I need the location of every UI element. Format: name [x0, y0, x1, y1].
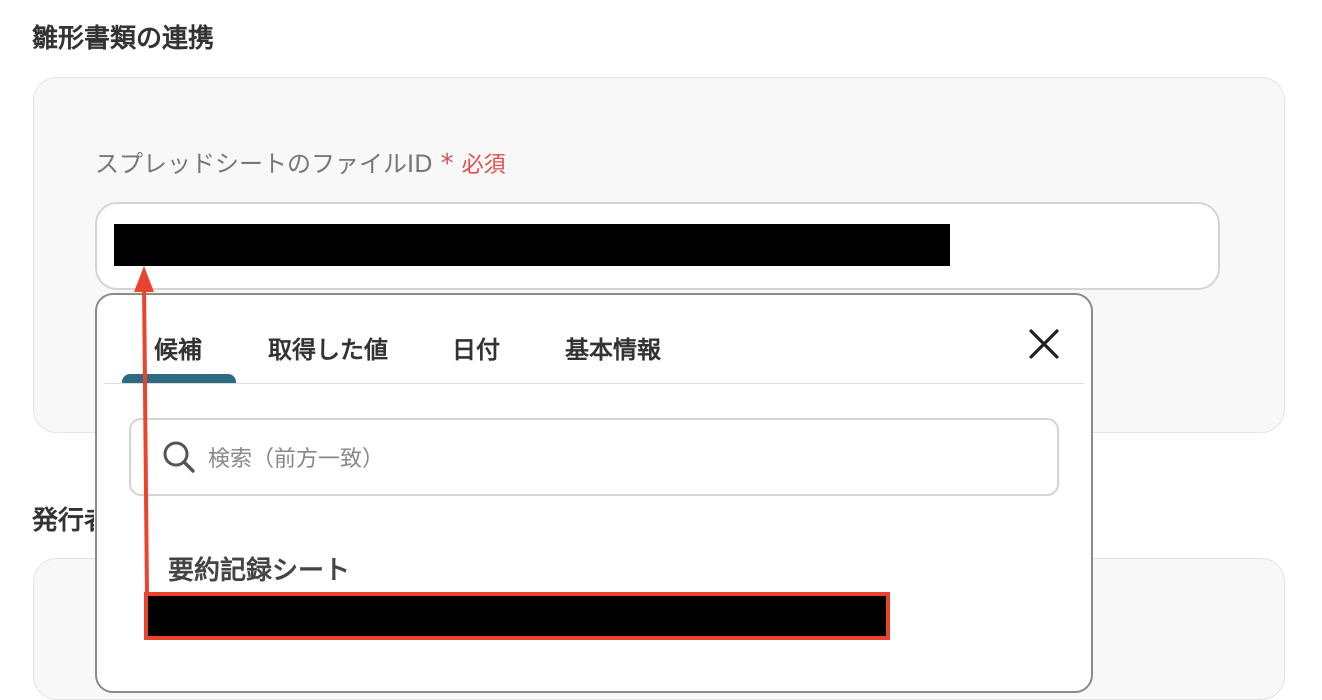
- search-input[interactable]: [206, 438, 1030, 480]
- search-icon: [163, 441, 195, 473]
- close-icon[interactable]: [1022, 322, 1066, 366]
- required-badge: 必須: [461, 153, 506, 178]
- section-title-template: 雛形書類の連携: [32, 24, 215, 54]
- tab-divider: [104, 383, 1084, 384]
- file-id-label: スプレッドシートのファイルID * 必須: [95, 144, 506, 179]
- tab-date[interactable]: 日付: [452, 330, 500, 365]
- redacted-option-highlighted[interactable]: [144, 592, 890, 640]
- file-id-label-text: スプレッドシートのファイルID: [95, 150, 433, 178]
- tab-candidates[interactable]: 候補: [154, 330, 202, 365]
- tab-basic-info[interactable]: 基本情報: [565, 330, 661, 365]
- tab-acquired-values[interactable]: 取得した値: [268, 330, 388, 365]
- option-group-label: 要約記録シート: [168, 556, 351, 586]
- required-asterisk: *: [440, 149, 454, 179]
- redacted-input-value: [114, 224, 950, 266]
- section-title-issuer: 発行者: [32, 506, 94, 536]
